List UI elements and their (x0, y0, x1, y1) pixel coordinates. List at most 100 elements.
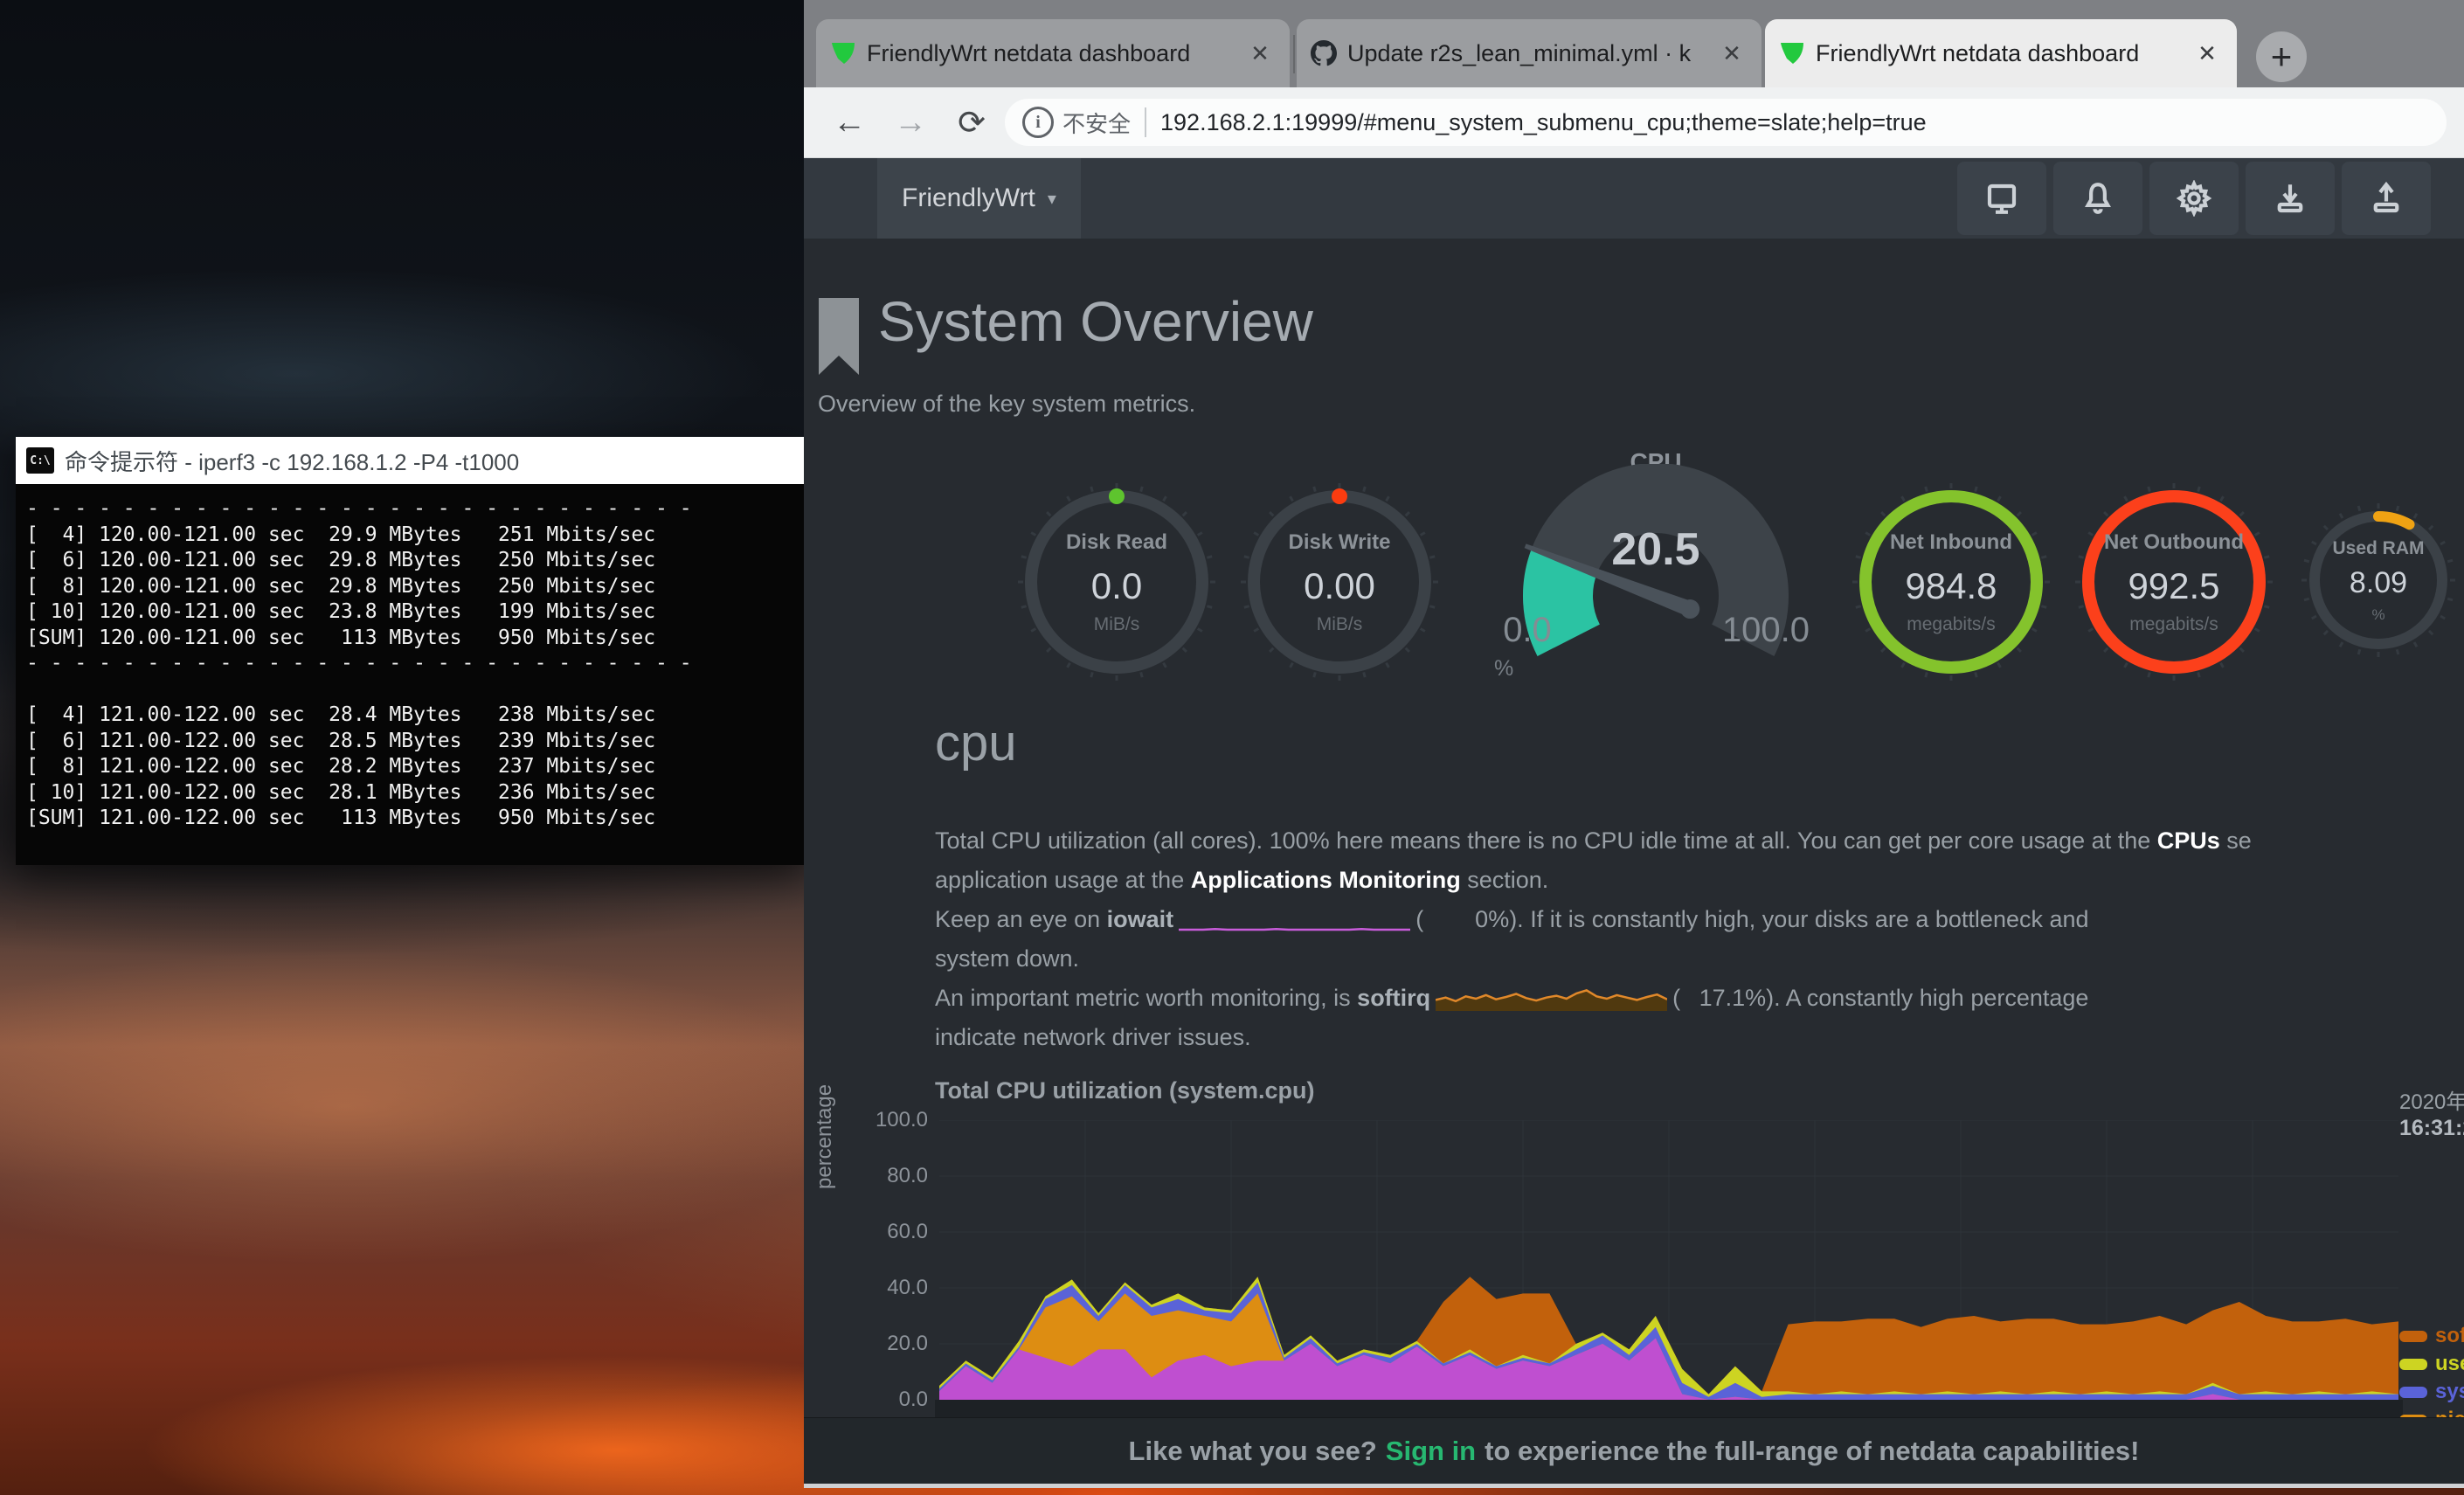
gauge-unit: MiB/s (1016, 614, 1217, 635)
cpu-description-line: system down. (935, 945, 2464, 985)
signin-bar: Like what you see? Sign in to experience… (804, 1417, 2464, 1485)
forward-button[interactable]: → (886, 98, 935, 147)
terminal-title: 命令提示符 - iperf3 -c 192.168.1.2 -P4 -t1000 (65, 445, 519, 477)
sign-in-link[interactable]: Sign in (1386, 1436, 1476, 1467)
new-tab-button[interactable]: + (2256, 31, 2307, 82)
chevron-down-icon: ▾ (1048, 188, 1056, 210)
tab-label: FriendlyWrt netdata dashboard (1816, 40, 2179, 67)
y-tick: 0.0 (849, 1388, 928, 1412)
tab-netdata-2-active[interactable]: FriendlyWrt netdata dashboard ✕ (1765, 19, 2237, 87)
gauge-unit: megabits/s (1851, 614, 2052, 635)
y-tick: 60.0 (849, 1220, 928, 1244)
gauge-net-inbound[interactable]: Net Inbound 984.8 megabits/s (1851, 481, 2052, 682)
tab-label: Update r2s_lean_minimal.yml · k (1347, 40, 1704, 67)
gauge-label: Net Outbound (2073, 530, 2274, 555)
gauge-value: 0.00 (1239, 565, 1440, 607)
y-tick: 20.0 (849, 1332, 928, 1356)
y-tick: 80.0 (849, 1164, 928, 1188)
reload-button[interactable]: ⟳ (947, 98, 996, 147)
back-button[interactable]: ← (825, 98, 874, 147)
cpus-link[interactable]: CPUs (2157, 827, 2220, 854)
iowait-sparkline (1179, 906, 1410, 932)
page-title: System Overview (878, 289, 1313, 354)
gauge-net-outbound[interactable]: Net Outbound 992.5 megabits/s (2073, 481, 2274, 682)
window-bottom-edge (804, 1484, 2464, 1488)
gauge-unit: % (1494, 656, 1513, 682)
section-heading-cpu: cpu (935, 714, 1017, 772)
legend-swatch (2399, 1359, 2427, 1370)
upload-icon (2368, 180, 2405, 217)
terminal-output: - - - - - - - - - - - - - - - - - - - - … (16, 484, 804, 865)
gauge-used-ram[interactable]: Used RAM 8.09 % (2300, 502, 2457, 659)
download-icon (2272, 180, 2308, 217)
y-tick: 100.0 (849, 1108, 928, 1132)
y-axis-label: percentage (813, 1084, 837, 1189)
terminal-window: C:\ 命令提示符 - iperf3 -c 192.168.1.2 -P4 -t… (16, 437, 804, 865)
gauge-value: 8.09 (2300, 566, 2457, 600)
gauge-label: Net Inbound (1851, 530, 2052, 555)
cmd-icon: C:\ (26, 447, 54, 474)
softirq-percent: 17.1 (1680, 985, 1745, 1012)
legend-swatch (2399, 1331, 2427, 1342)
y-tick: 40.0 (849, 1276, 928, 1300)
tab-close-icon[interactable]: ✕ (1716, 40, 1748, 67)
legend-item-softirq[interactable]: softirq (2399, 1324, 2464, 1348)
security-label: 不安全 (1062, 107, 1131, 139)
alarms-button[interactable] (2053, 162, 2142, 235)
github-favicon (1311, 40, 1337, 66)
monitor-icon (1983, 180, 2020, 217)
legend-item-nice[interactable]: nice (2399, 1408, 2464, 1417)
tab-label: FriendlyWrt netdata dashboard (867, 40, 1232, 67)
gauge-label: Disk Write (1239, 530, 1440, 555)
cpu-gauge-arc (1468, 464, 1844, 700)
gauge-unit: MiB/s (1239, 614, 1440, 635)
gauge-label: Used RAM (2300, 538, 2457, 559)
netdata-page: FriendlyWrt ▾ (804, 158, 2464, 1417)
browser-window: FriendlyWrt netdata dashboard ✕ Update r… (804, 0, 2464, 1488)
netdata-navbar: FriendlyWrt ▾ (804, 158, 2464, 239)
tab-netdata-1[interactable]: FriendlyWrt netdata dashboard ✕ (816, 19, 1290, 87)
cpu-description-line: indicate network driver issues. (935, 1024, 2464, 1063)
legend-item-user[interactable]: user (2399, 1352, 2464, 1376)
gauge-disk-read[interactable]: Disk Read 0.0 MiB/s (1016, 481, 1217, 682)
tab-github[interactable]: Update r2s_lean_minimal.yml · k ✕ (1297, 19, 1761, 87)
settings-button[interactable] (2149, 162, 2239, 235)
gauge-max: 100.0 (1700, 611, 1831, 650)
gauge-value: 0.0 (1016, 565, 1217, 607)
cpu-description-line: An important metric worth monitoring, is… (935, 985, 2464, 1024)
address-bar[interactable]: i 不安全 192.168.2.1:19999/#menu_system_sub… (1005, 99, 2447, 146)
gauge-unit: % (2300, 606, 2457, 624)
gear-icon (2176, 180, 2212, 217)
url-divider (1145, 107, 1146, 137)
bell-icon (2080, 180, 2116, 217)
gauge-value: 20.5 (1468, 523, 1844, 576)
host-dropdown[interactable]: FriendlyWrt ▾ (877, 158, 1081, 239)
iowait-percent: 0 (1423, 906, 1488, 933)
url-toolbar: ← → ⟳ i 不安全 192.168.2.1:19999/#menu_syst… (804, 87, 2464, 158)
softirq-sparkline (1436, 985, 1667, 1011)
export-snapshot-button[interactable] (2246, 162, 2335, 235)
cpu-description-line: Total CPU utilization (all cores). 100% … (935, 827, 2464, 867)
chart-time: 16:31:2 (2399, 1116, 2464, 1141)
chart-date: 2020年3 (2399, 1084, 2464, 1115)
cpu-description-line: Keep an eye on iowait(0%). If it is cons… (935, 906, 2464, 945)
tab-separator (1293, 35, 1295, 73)
page-subtitle: Overview of the key system metrics. (818, 391, 1195, 418)
cpu-stacked-area-chart[interactable] (939, 1120, 2398, 1400)
print-dashboard-button[interactable] (1957, 162, 2046, 235)
applications-monitoring-link[interactable]: Applications Monitoring (1191, 867, 1461, 893)
gauge-label: Disk Read (1016, 530, 1217, 555)
tab-strip: FriendlyWrt netdata dashboard ✕ Update r… (804, 0, 2464, 87)
netdata-favicon (1779, 40, 1805, 66)
gauge-disk-write[interactable]: Disk Write 0.00 MiB/s (1239, 481, 1440, 682)
legend-swatch (2399, 1387, 2427, 1398)
legend-item-system[interactable]: system (2399, 1380, 2464, 1404)
terminal-titlebar[interactable]: C:\ 命令提示符 - iperf3 -c 192.168.1.2 -P4 -t… (16, 437, 804, 484)
url-text[interactable]: 192.168.2.1:19999/#menu_system_submenu_c… (1160, 109, 1927, 136)
import-snapshot-button[interactable] (2342, 162, 2431, 235)
chart-title: Total CPU utilization (system.cpu) (935, 1077, 1315, 1104)
tab-close-icon[interactable]: ✕ (2191, 40, 2223, 67)
tab-close-icon[interactable]: ✕ (1244, 40, 1276, 67)
gauge-cpu[interactable]: CPU 20.5 0.0 100.0 % (1468, 438, 1844, 700)
info-icon[interactable]: i (1022, 107, 1054, 138)
